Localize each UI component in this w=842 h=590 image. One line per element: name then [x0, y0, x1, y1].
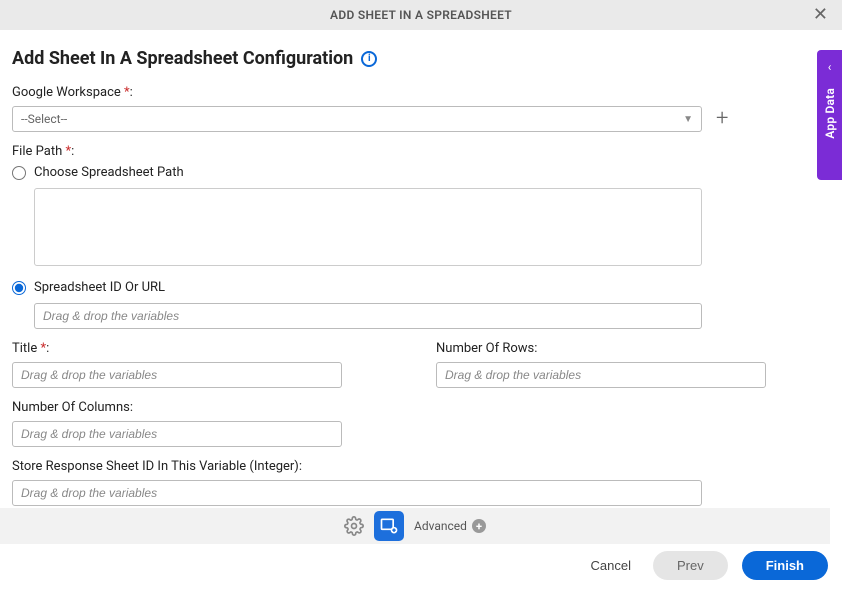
choose-path-area-wrap — [34, 188, 830, 266]
radio-spreadsheet-id-row: Spreadsheet ID Or URL — [12, 280, 830, 295]
radio-choose-path-row: Choose Spreadsheet Path — [12, 165, 830, 180]
cancel-button[interactable]: Cancel — [583, 552, 639, 579]
workspace-select[interactable]: --Select-- ▼ — [12, 106, 702, 132]
radio-spreadsheet-id[interactable] — [12, 281, 26, 295]
content-area: Add Sheet In A Spreadsheet Configuration… — [0, 30, 842, 528]
file-path-field: File Path *: Choose Spreadsheet Path Spr… — [12, 144, 830, 329]
workspace-select-row: --Select-- ▼ + — [12, 106, 830, 132]
dialog-header: ADD SHEET IN A SPREADSHEET ✕ — [0, 0, 842, 30]
spreadsheet-id-input-wrap — [34, 303, 830, 329]
side-tab-label: App Data — [823, 88, 837, 139]
store-var-field: Store Response Sheet ID In This Variable… — [12, 459, 830, 506]
radio-choose-path[interactable] — [12, 166, 26, 180]
advanced-label-text: Advanced — [414, 519, 467, 533]
title-field: Title *: — [12, 341, 406, 388]
page-title-row: Add Sheet In A Spreadsheet Configuration… — [12, 48, 830, 69]
prev-button[interactable]: Prev — [653, 551, 728, 580]
title-input[interactable] — [12, 362, 342, 388]
num-cols-input[interactable] — [12, 421, 342, 447]
num-rows-input[interactable] — [436, 362, 766, 388]
choose-path-dropzone[interactable] — [34, 188, 702, 266]
store-var-input[interactable] — [12, 480, 702, 506]
num-cols-label: Number Of Columns: — [12, 400, 830, 415]
dialog-title: ADD SHEET IN A SPREADSHEET — [330, 8, 512, 22]
radio-choose-path-label[interactable]: Choose Spreadsheet Path — [34, 165, 184, 180]
info-icon[interactable]: i — [361, 51, 377, 67]
num-rows-field: Number Of Rows: — [436, 341, 830, 388]
app-data-side-tab[interactable]: ‹ App Data — [817, 50, 842, 180]
num-rows-label: Number Of Rows: — [436, 341, 830, 356]
title-label: Title *: — [12, 341, 406, 356]
plus-circle-icon: + — [472, 519, 486, 533]
screen-add-icon[interactable] — [374, 511, 404, 541]
finish-button[interactable]: Finish — [742, 551, 828, 580]
gear-icon[interactable] — [344, 516, 364, 536]
chevron-left-icon: ‹ — [828, 60, 832, 74]
spreadsheet-id-input[interactable] — [34, 303, 702, 329]
close-icon[interactable]: ✕ — [807, 4, 834, 26]
workspace-select-value: --Select-- — [21, 112, 67, 126]
footer-buttons: Cancel Prev Finish — [583, 551, 828, 580]
google-workspace-field: Google Workspace *: --Select-- ▼ + — [12, 85, 830, 132]
page-title: Add Sheet In A Spreadsheet Configuration — [12, 48, 353, 69]
store-var-label: Store Response Sheet ID In This Variable… — [12, 459, 830, 474]
num-cols-field: Number Of Columns: — [12, 400, 830, 447]
file-path-label: File Path *: — [12, 144, 830, 159]
title-rows-row: Title *: Number Of Rows: — [12, 341, 830, 400]
bottom-toolbar: Advanced + — [0, 508, 830, 544]
google-workspace-label: Google Workspace *: — [12, 85, 830, 100]
add-workspace-icon[interactable]: + — [712, 108, 732, 130]
advanced-toggle[interactable]: Advanced + — [414, 519, 486, 533]
radio-spreadsheet-id-label[interactable]: Spreadsheet ID Or URL — [34, 280, 165, 295]
chevron-down-icon: ▼ — [683, 114, 693, 125]
